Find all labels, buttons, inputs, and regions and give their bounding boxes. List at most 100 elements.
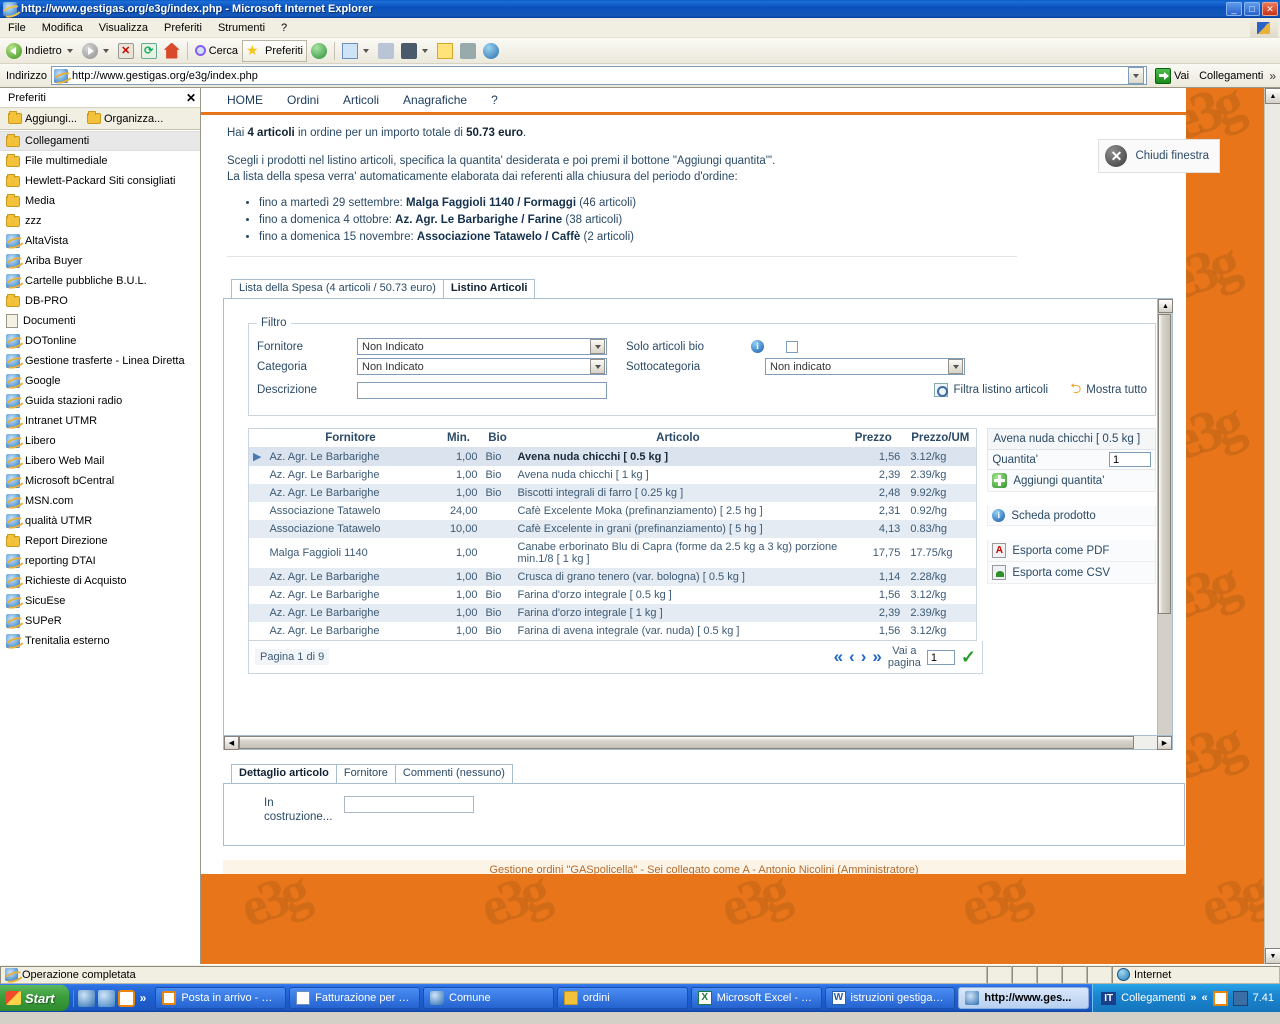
goto-page-input[interactable]: 1 [926, 649, 955, 665]
favorite-item[interactable]: File multimediale [0, 151, 200, 171]
back-button[interactable]: Indietro [3, 40, 78, 62]
table-row[interactable]: ▶ Az. Agr. Le Barbarighe 1,00 Bio Avena nuda… [249, 447, 977, 466]
col-fornitore[interactable]: Fornitore [265, 429, 436, 447]
menu-modifica[interactable]: Modifica [34, 20, 91, 36]
table-row[interactable]: Associazione Tatawelo 24,00 Cafè Excelente… [249, 502, 976, 520]
refresh-button[interactable]: ⟳ [138, 40, 160, 62]
stop-button[interactable]: ✕ [115, 40, 137, 62]
scroll-right-button[interactable]: ▶ [1157, 736, 1172, 750]
chevron-down-icon[interactable] [102, 48, 109, 53]
table-row[interactable]: Az. Agr. Le Barbarighe 1,00 Bio Farina di a… [249, 622, 976, 640]
nav-articoli[interactable]: Articoli [331, 93, 391, 107]
favorites-button[interactable]: ★ Preferiti [242, 39, 307, 62]
taskbar-button[interactable]: Posta in arrivo - Mi... [155, 987, 287, 1009]
favorite-item[interactable]: SUPeR [0, 611, 200, 631]
favorite-item[interactable]: Collegamenti [0, 131, 200, 151]
window-controls[interactable]: _ □ ✕ [1226, 2, 1278, 16]
menu-help[interactable]: ? [273, 20, 295, 36]
organize-favorites-button[interactable]: Organizza... [83, 111, 167, 126]
filter-apply-button[interactable]: Filtra listino articoli [934, 383, 1048, 397]
table-row[interactable]: Az. Agr. Le Barbarighe 1,00 Bio Farina d'or… [249, 586, 976, 604]
chevron-right-icon[interactable]: » [1269, 69, 1278, 83]
prev-page-button[interactable]: ‹ [849, 647, 855, 667]
favorite-item[interactable]: DB-PRO [0, 291, 200, 311]
maximize-button[interactable]: □ [1244, 2, 1260, 16]
col-prezzo-um[interactable]: Prezzo/UM [904, 429, 977, 447]
chevron-down-icon[interactable] [66, 48, 73, 53]
chevron-down-icon[interactable] [362, 48, 369, 53]
col-prezzo[interactable]: Prezzo [842, 429, 905, 447]
favorite-item[interactable]: Trenitalia esterno [0, 631, 200, 651]
col-bio[interactable]: Bio [481, 429, 514, 447]
col-articolo[interactable]: Articolo [513, 429, 843, 447]
favorite-item[interactable]: Libero [0, 431, 200, 451]
confirm-check-icon[interactable]: ✓ [961, 647, 976, 668]
edit-button[interactable] [398, 40, 433, 62]
page-vertical-scrollbar[interactable]: ▲ ▼ [1264, 88, 1280, 964]
tab-fornitore[interactable]: Fornitore [335, 764, 396, 783]
menu-strumenti[interactable]: Strumenti [210, 20, 273, 36]
info-icon[interactable]: i [751, 340, 764, 353]
favorite-item[interactable]: SicuEse [0, 591, 200, 611]
address-input[interactable]: http://www.gestigas.org/e3g/index.php [50, 66, 1148, 85]
nav-anagrafiche[interactable]: Anagrafiche [391, 93, 479, 107]
favorite-item[interactable]: Cartelle pubbliche B.U.L. [0, 271, 200, 291]
scroll-left-button[interactable]: ◀ [224, 736, 239, 750]
next-page-button[interactable]: › [861, 647, 867, 667]
favorite-item[interactable]: Guida stazioni radio [0, 391, 200, 411]
table-row[interactable]: Malga Faggioli 1140 1,00 Canabe erborinato… [249, 538, 976, 568]
taskbar-links-label[interactable]: Collegamenti [1121, 992, 1185, 1004]
taskbar-button[interactable]: Comune [423, 987, 554, 1009]
tab-commenti[interactable]: Commenti (nessuno) [394, 764, 513, 783]
bio-checkbox[interactable] [786, 340, 798, 353]
table-row[interactable]: Az. Agr. Le Barbarighe 1,00 Bio Biscotti in… [249, 484, 977, 502]
address-dropdown-button[interactable] [1128, 67, 1145, 84]
research-button[interactable] [457, 40, 479, 62]
table-row[interactable]: Az. Agr. Le Barbarighe 1,00 Bio Avena nuda … [249, 466, 976, 484]
nav-help[interactable]: ? [479, 93, 510, 107]
favorite-item[interactable]: zzz [0, 211, 200, 231]
taskbar-button[interactable]: http://www.ges... [958, 987, 1090, 1009]
favorite-item[interactable]: Ariba Buyer [0, 251, 200, 271]
links-toolbar-label[interactable]: Collegamenti [1197, 70, 1265, 82]
taskbar-button[interactable]: ordini [556, 987, 688, 1009]
export-pdf-button[interactable]: A Esporta come PDF [987, 540, 1156, 562]
scroll-thumb[interactable] [1158, 314, 1171, 614]
tab-dettaglio-articolo[interactable]: Dettaglio articolo [231, 764, 337, 783]
chevron-right-icon[interactable]: » [1190, 992, 1196, 1004]
fornitore-select[interactable]: Non Indicato [357, 338, 607, 355]
chevron-down-icon[interactable] [421, 48, 428, 53]
tray-clock-icon[interactable] [1212, 990, 1228, 1006]
favorite-item[interactable]: Microsoft bCentral [0, 471, 200, 491]
hscroll-thumb[interactable] [239, 736, 1134, 749]
nav-ordini[interactable]: Ordini [275, 93, 331, 107]
close-window-button[interactable]: ✕ Chiudi finestra [1098, 139, 1220, 173]
table-row[interactable]: Az. Agr. Le Barbarighe 1,00 Bio Crusca di g… [249, 568, 977, 586]
last-page-button[interactable]: » [872, 647, 881, 667]
quicklaunch-icon-1[interactable] [77, 989, 95, 1007]
menu-preferiti[interactable]: Preferiti [156, 20, 210, 36]
favorite-item[interactable]: Report Direzione [0, 531, 200, 551]
sottocategoria-select[interactable]: Non indicato [765, 358, 965, 375]
detail-input[interactable] [344, 796, 474, 813]
taskbar-button[interactable]: Fatturazione per P... [289, 987, 420, 1009]
scroll-up-button[interactable]: ▲ [1158, 299, 1173, 313]
page-scroll-track[interactable] [1265, 104, 1280, 948]
favorite-item[interactable]: Gestione trasferte - Linea Diretta [0, 351, 200, 371]
forward-button[interactable] [79, 40, 114, 62]
favorite-item[interactable]: Hewlett-Packard Siti consigliati [0, 171, 200, 191]
minimize-button[interactable]: _ [1226, 2, 1242, 16]
favorite-item[interactable]: MSN.com [0, 491, 200, 511]
tray-expand-icon[interactable]: « [1201, 992, 1207, 1004]
add-favorite-button[interactable]: Aggiungi... [4, 111, 81, 126]
table-row[interactable]: Az. Agr. Le Barbarighe 1,00 Bio Farina d'or… [249, 604, 977, 622]
favorite-item[interactable]: Google [0, 371, 200, 391]
nav-home[interactable]: HOME [223, 93, 275, 107]
favorite-item[interactable]: Libero Web Mail [0, 451, 200, 471]
taskbar-button[interactable]: X Microsoft Excel - L... [690, 987, 822, 1009]
close-button[interactable]: ✕ [1262, 2, 1278, 16]
hscroll-track[interactable] [239, 736, 1157, 749]
go-button[interactable]: Vai [1151, 67, 1193, 85]
home-button[interactable] [161, 40, 183, 62]
tray-app-icon[interactable] [1232, 990, 1248, 1006]
